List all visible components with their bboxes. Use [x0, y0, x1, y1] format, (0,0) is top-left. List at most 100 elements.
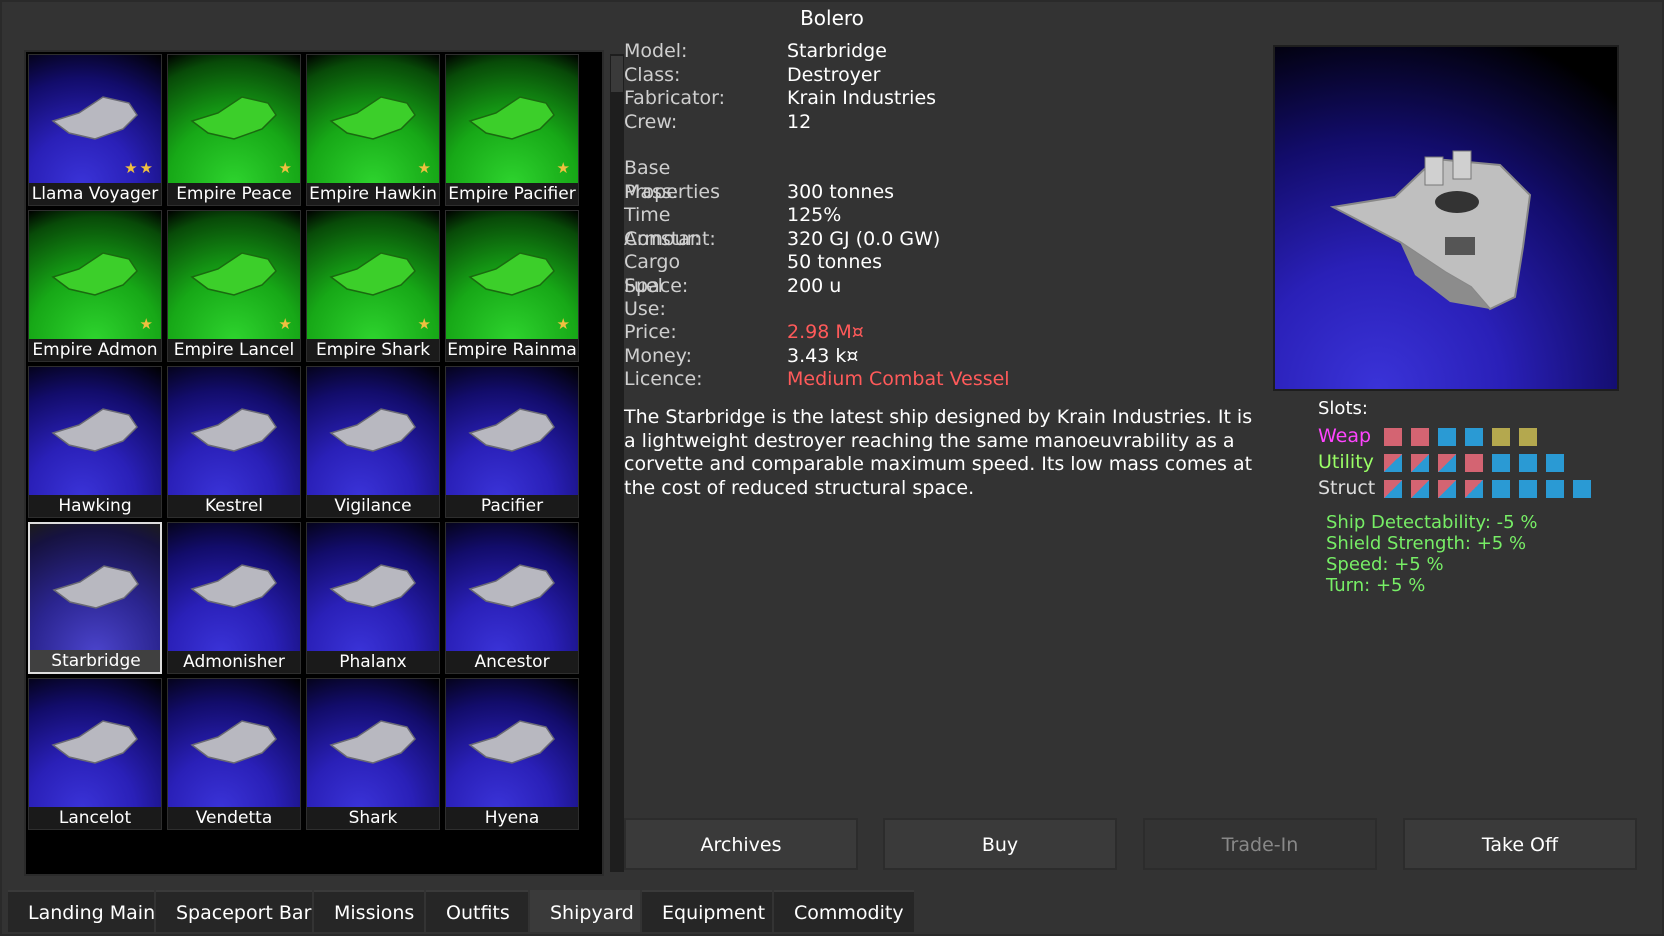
utility-slot-icon[interactable] — [1519, 454, 1537, 472]
ship-tile[interactable]: Lancelot — [28, 678, 162, 830]
ship-tile[interactable]: Kestrel — [167, 366, 301, 518]
ship-tile[interactable]: Ancestor — [445, 522, 579, 674]
ship-name-label: Empire Rainma — [446, 339, 578, 361]
utility-slots-row: Utility — [1318, 451, 1564, 477]
tab-missions[interactable]: Missions — [314, 890, 424, 932]
ship-icon — [190, 720, 277, 764]
fuel-value: 200 u — [787, 274, 842, 297]
ship-tile[interactable]: Shark — [306, 678, 440, 830]
weapon-slot-icon[interactable] — [1465, 428, 1483, 446]
utility-slot-icon[interactable] — [1492, 454, 1510, 472]
ship-tile[interactable]: ★ Empire Hawkin — [306, 54, 440, 206]
structure-slot-icon[interactable] — [1384, 480, 1402, 498]
structure-slot-icon[interactable] — [1546, 480, 1564, 498]
ship-name-label: Starbridge — [30, 650, 160, 672]
ship-tile[interactable]: ★ Empire Shark — [306, 210, 440, 362]
ship-name-label: Empire Pacifier — [446, 183, 578, 205]
starbridge-ship-render — [1329, 150, 1532, 311]
structure-slot-icon[interactable] — [1492, 480, 1510, 498]
ship-tile[interactable]: Pacifier — [445, 366, 579, 518]
weapon-slot-icon[interactable] — [1411, 428, 1429, 446]
ship-icon — [51, 720, 138, 764]
armour-key: Armour: — [624, 227, 701, 250]
ship-thumbnail — [29, 679, 161, 809]
ship-icon — [329, 96, 416, 140]
take-off-button[interactable]: Take Off — [1403, 818, 1637, 870]
ship-icon — [468, 252, 555, 296]
structure-slot-icon[interactable] — [1519, 480, 1537, 498]
armour-value: 320 GJ (0.0 GW) — [787, 227, 941, 250]
ship-tile[interactable]: ★ Empire Pacifier — [445, 54, 579, 206]
ship-name-label: Empire Admon — [29, 339, 161, 361]
ship-thumbnail — [307, 679, 439, 809]
ship-tile[interactable]: Phalanx — [306, 522, 440, 674]
weapon-slot-icon[interactable] — [1492, 428, 1510, 446]
ship-name-label: Empire Shark — [307, 339, 439, 361]
ship-tile[interactable]: ★ Empire Lancel — [167, 210, 301, 362]
structure-slot-icon[interactable] — [1411, 480, 1429, 498]
trade-in-button[interactable]: Trade-In — [1143, 818, 1377, 870]
utility-slot-icon[interactable] — [1438, 454, 1456, 472]
ship-tile[interactable]: Vendetta — [167, 678, 301, 830]
structure-slot-icon[interactable] — [1438, 480, 1456, 498]
ship-list-panel: ★★ Llama Voyager ★ Empire Peace ★ Empire Hawk… — [24, 50, 624, 876]
weapon-slot-icon[interactable] — [1384, 428, 1402, 446]
ship-tile[interactable]: Hawking — [28, 366, 162, 518]
tab-label: Landing Main — [28, 902, 156, 924]
ship-name-label: Empire Peace — [168, 183, 300, 205]
tab-outfits[interactable]: Outfits — [426, 890, 528, 932]
star-rating-icon: ★ — [417, 159, 433, 177]
utility-slot-icon[interactable] — [1546, 454, 1564, 472]
price-key: Price: — [624, 321, 677, 343]
weapon-slot-icon[interactable] — [1519, 428, 1537, 446]
tab-equipment[interactable]: Equipment — [642, 890, 772, 932]
cargo-value: 50 tonnes — [787, 251, 882, 273]
ship-thumbnail — [29, 367, 161, 497]
utility-slot-icon[interactable] — [1384, 454, 1402, 472]
ship-thumbnail — [168, 679, 300, 809]
tab-spaceport-bar[interactable]: Spaceport Bar !! — [156, 890, 335, 932]
star-rating-icon: ★ — [139, 315, 155, 333]
ship-tile[interactable]: Vigilance — [306, 366, 440, 518]
star-rating-icon: ★★ — [124, 159, 155, 177]
utility-slot-icon[interactable] — [1411, 454, 1429, 472]
ship-tile[interactable]: ★ Empire Peace — [167, 54, 301, 206]
ship-thumbnail — [307, 367, 439, 497]
money-value: 3.43 k¤ — [787, 344, 859, 367]
ship-list-scrollbar[interactable] — [610, 54, 624, 872]
ship-tile[interactable]: ★ Empire Admon — [28, 210, 162, 362]
fabricator-value: Krain Industries — [787, 87, 937, 109]
ship-tile[interactable]: ★ Empire Rainma — [445, 210, 579, 362]
weapon-slot-icon[interactable] — [1438, 428, 1456, 446]
utility-slot-icon[interactable] — [1465, 454, 1483, 472]
ship-thumbnail — [168, 367, 300, 497]
ship-name-label: Shark — [307, 807, 439, 829]
mass-key: Mass: — [624, 180, 679, 203]
tab-commodity[interactable]: Commodity — [774, 890, 914, 932]
ship-icon — [329, 252, 416, 296]
scrollbar-thumb[interactable] — [611, 56, 623, 92]
tab-landing-main[interactable]: Landing Main — [8, 890, 156, 932]
ship-tile[interactable]: Hyena — [445, 678, 579, 830]
ship-name-label: Ancestor — [446, 651, 578, 673]
ship-tile[interactable]: ★★ Llama Voyager — [28, 54, 162, 206]
ship-tile[interactable]: Starbridge — [28, 522, 162, 674]
ship-icon — [468, 720, 555, 764]
ship-bonuses: Ship Detectability: -5 % Shield Strength… — [1326, 512, 1537, 596]
ship-tile[interactable]: Admonisher — [167, 522, 301, 674]
star-rating-icon: ★ — [417, 315, 433, 333]
structure-slot-icon[interactable] — [1573, 480, 1591, 498]
structure-slot-icon[interactable] — [1465, 480, 1483, 498]
archives-button[interactable]: Archives — [624, 818, 858, 870]
weapon-slots-row: Weap — [1318, 425, 1537, 451]
class-value: Destroyer — [787, 63, 881, 86]
ship-thumbnail — [446, 523, 578, 653]
ship-name-label: Pacifier — [446, 495, 578, 517]
ship-name-label: Phalanx — [307, 651, 439, 673]
time-constant-value: 125% — [787, 204, 842, 226]
money-key: Money: — [624, 344, 693, 367]
crew-value: 12 — [787, 110, 812, 133]
slots-panel: Slots: Weap Utility Struct — [1318, 398, 1591, 503]
tab-shipyard[interactable]: Shipyard — [530, 890, 640, 932]
buy-button[interactable]: Buy — [883, 818, 1117, 870]
